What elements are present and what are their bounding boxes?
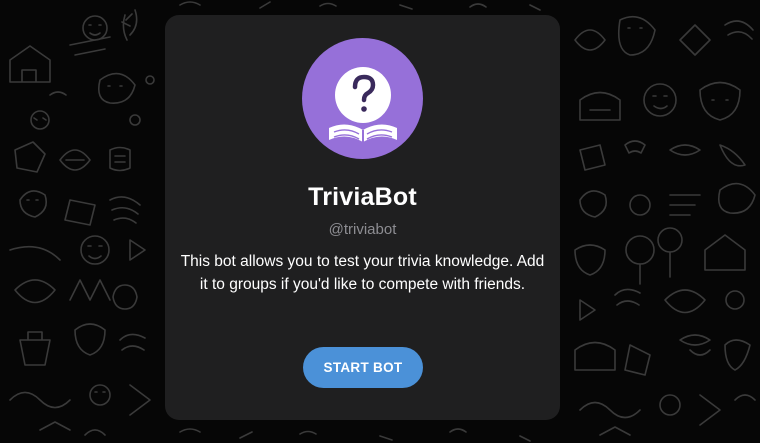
bot-info-card: TriviaBot @triviabot This bot allows you… [165,15,560,420]
chat-background: TriviaBot @triviabot This bot allows you… [0,0,760,443]
question-book-icon [329,67,397,144]
bot-avatar [302,38,423,159]
bot-name: TriviaBot [308,183,417,211]
bot-username: @triviabot [328,221,397,238]
start-bot-button[interactable]: START BOT [303,347,423,388]
bot-description: This bot allows you to test your trivia … [180,253,545,293]
